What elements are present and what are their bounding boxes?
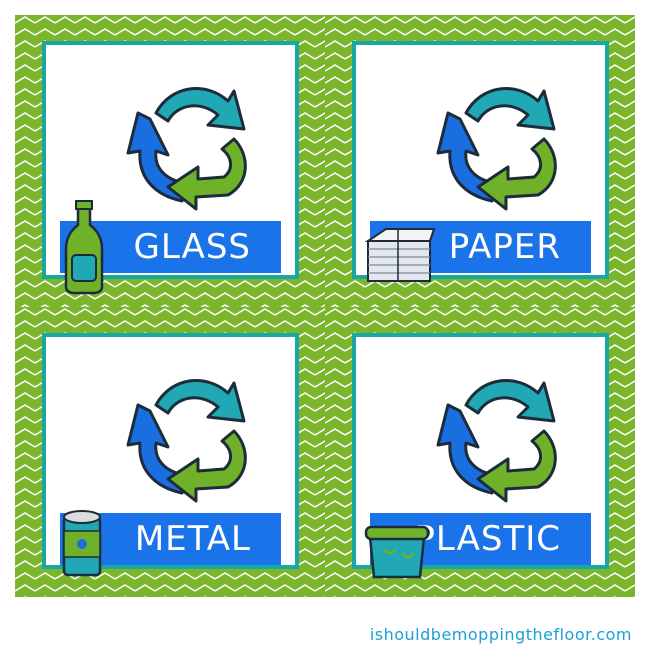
recycle-card-glass: GLASS xyxy=(15,15,325,307)
recycle-card-plastic: PLASTIC xyxy=(325,307,635,597)
recycle-card-metal: METAL xyxy=(15,307,325,597)
card-inner-panel: METAL xyxy=(42,333,299,577)
tin-can-icon xyxy=(62,510,102,577)
card-inner-panel: PLASTIC xyxy=(352,333,609,579)
glass-bottle-icon xyxy=(64,200,104,295)
recycle-arrows-icon xyxy=(426,365,572,505)
recycle-arrows-icon xyxy=(116,73,262,213)
card-inner-panel: GLASS xyxy=(42,41,299,295)
card-inner-panel: PAPER xyxy=(352,41,609,282)
plastic-container-icon xyxy=(364,525,430,579)
recycle-arrows-icon xyxy=(116,365,262,505)
card-label: METAL xyxy=(134,519,251,559)
recycle-arrows-icon xyxy=(426,73,572,213)
card-label: GLASS xyxy=(133,227,251,267)
newspaper-stack-icon xyxy=(364,228,436,282)
footer-website-text: ishouldbemoppingthefloor.com xyxy=(369,625,632,644)
card-label: PAPER xyxy=(448,227,561,267)
recycle-card-paper: PAPER xyxy=(325,15,635,307)
